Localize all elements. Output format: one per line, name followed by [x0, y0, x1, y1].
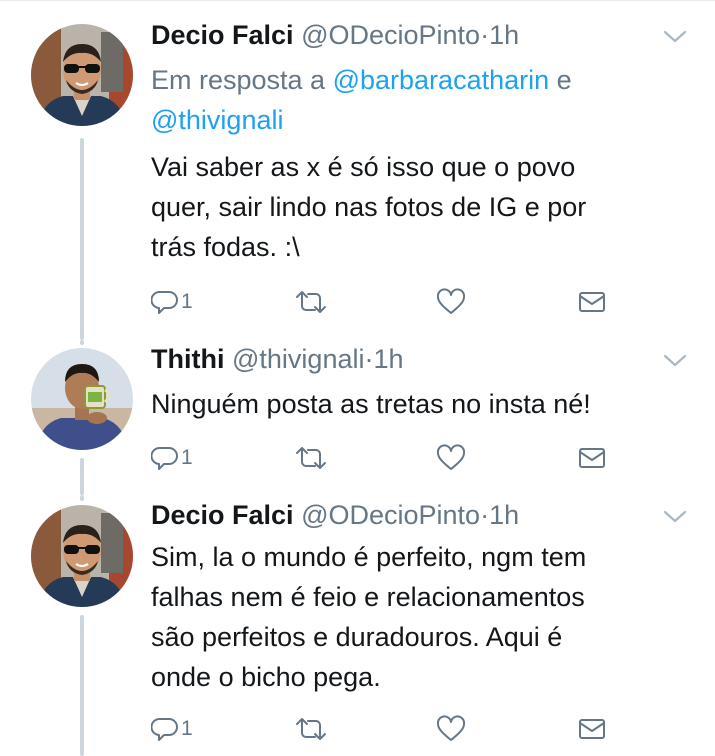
- retweet-icon: [296, 291, 326, 313]
- chevron-down-icon[interactable]: [662, 509, 688, 525]
- avatar[interactable]: [31, 348, 133, 450]
- like-button[interactable]: [435, 442, 467, 474]
- dm-button[interactable]: [577, 286, 607, 318]
- like-button[interactable]: [435, 286, 467, 318]
- reply-conjunction: e: [556, 65, 572, 95]
- reply-icon: [151, 447, 178, 470]
- reply-icon: [151, 718, 178, 741]
- text-line: quer, sair lindo nas fotos de IG e por: [151, 192, 587, 222]
- tweet-actions: 1: [151, 442, 691, 474]
- text-line: onde o bicho pega.: [151, 662, 381, 692]
- retweet-icon: [296, 447, 326, 469]
- user-handle[interactable]: @thivignali: [232, 344, 364, 374]
- tweet[interactable]: Decio Falci @ODecioPinto·1h Sim, la o mu…: [0, 495, 715, 756]
- retweet-button[interactable]: [294, 286, 328, 318]
- reply-count: 1: [181, 446, 193, 469]
- thread-connector: [80, 615, 84, 756]
- timestamp[interactable]: 1h: [373, 344, 403, 374]
- heart-icon: [436, 444, 466, 470]
- tweet-text: Ninguém posta as tretas no insta né!: [151, 384, 691, 424]
- user-handle[interactable]: @ODecioPinto: [301, 20, 480, 50]
- envelope-icon: [579, 448, 605, 468]
- display-name[interactable]: Thithi: [151, 344, 224, 374]
- text-line: são perfeitos e duradouros. Aqui é: [151, 622, 563, 652]
- reply-context: Em resposta a @barbaracatharin e @thivig…: [151, 60, 691, 140]
- heart-icon: [436, 288, 466, 314]
- retweet-icon: [296, 718, 326, 740]
- text-line: Ninguém posta as tretas no insta né!: [151, 389, 591, 419]
- thread-connector: [80, 340, 84, 345]
- mention-link[interactable]: @barbaracatharin: [333, 65, 550, 95]
- separator: ·: [480, 500, 490, 530]
- tweet-header: Decio Falci @ODecioPinto·1h: [151, 19, 519, 51]
- tweet[interactable]: Decio Falci @ODecioPinto·1h Em resposta …: [0, 0, 715, 340]
- reply-count: 1: [181, 717, 193, 740]
- thread-connector: [80, 138, 84, 340]
- avatar[interactable]: [31, 24, 133, 126]
- tweet[interactable]: Thithi @thivignali·1h Ninguém posta as t…: [0, 340, 715, 495]
- chevron-down-icon[interactable]: [662, 353, 688, 369]
- envelope-icon: [579, 292, 605, 312]
- thread-connector: [80, 495, 84, 501]
- display-name[interactable]: Decio Falci: [151, 20, 294, 50]
- text-line: trás fodas. :\: [151, 232, 300, 262]
- retweet-button[interactable]: [294, 713, 328, 745]
- tweet-actions: 1: [151, 713, 691, 745]
- text-line: Sim, la o mundo é perfeito, ngm tem: [151, 542, 587, 572]
- chevron-down-icon[interactable]: [662, 29, 688, 45]
- tweet-actions: 1: [151, 286, 691, 318]
- timestamp[interactable]: 1h: [489, 20, 519, 50]
- timestamp[interactable]: 1h: [489, 500, 519, 530]
- reply-count: 1: [181, 290, 193, 313]
- dm-button[interactable]: [577, 442, 607, 474]
- tweet-header: Decio Falci @ODecioPinto·1h: [151, 499, 519, 531]
- retweet-button[interactable]: [294, 442, 328, 474]
- tweet-header: Thithi @thivignali·1h: [151, 343, 404, 375]
- reply-button[interactable]: 1: [151, 286, 193, 318]
- reply-prefix: Em resposta a: [151, 65, 326, 95]
- thread-connector: [80, 458, 84, 495]
- user-handle[interactable]: @ODecioPinto: [301, 500, 480, 530]
- mention-link[interactable]: @thivignali: [151, 105, 283, 135]
- separator: ·: [480, 20, 490, 50]
- reply-button[interactable]: 1: [151, 713, 193, 745]
- reply-icon: [151, 291, 178, 314]
- text-line: Vai saber as x é só isso que o povo: [151, 152, 576, 182]
- display-name[interactable]: Decio Falci: [151, 500, 294, 530]
- envelope-icon: [579, 719, 605, 739]
- reply-button[interactable]: 1: [151, 442, 193, 474]
- text-line: falhas nem é feio e relacionamentos: [151, 582, 585, 612]
- avatar[interactable]: [31, 505, 133, 607]
- dm-button[interactable]: [577, 713, 607, 745]
- tweet-text: Sim, la o mundo é perfeito, ngm tem falh…: [151, 537, 691, 697]
- tweet-text: Vai saber as x é só isso que o povo quer…: [151, 147, 691, 267]
- like-button[interactable]: [435, 713, 467, 745]
- heart-icon: [436, 715, 466, 741]
